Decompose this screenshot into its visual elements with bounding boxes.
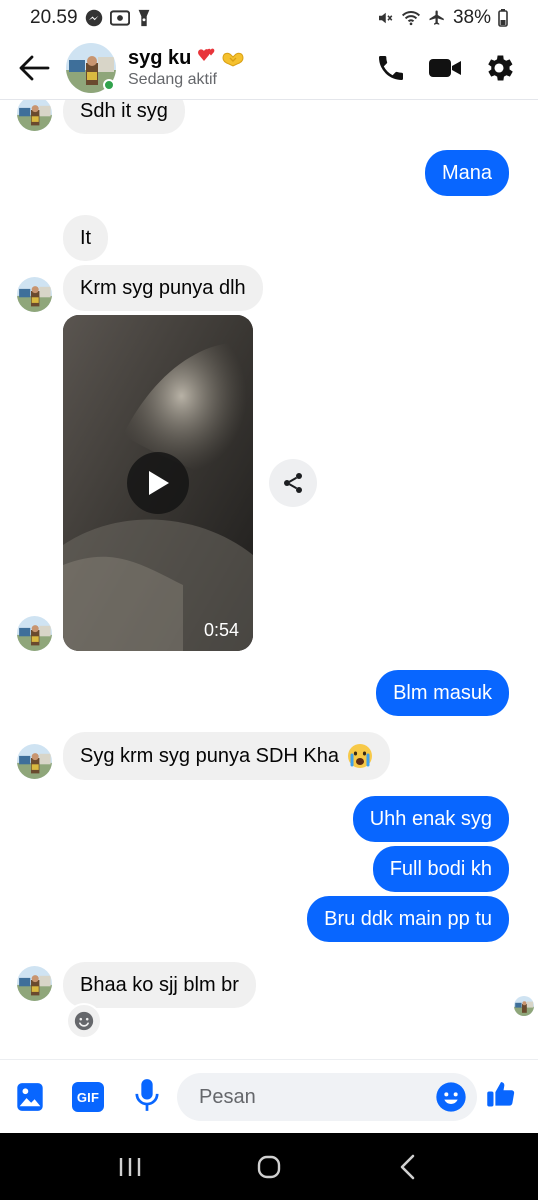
voice-message-button[interactable] [132, 1079, 162, 1111]
message-text: Syg krm syg punya SDH Kha [80, 745, 339, 767]
sender-avatar[interactable] [17, 744, 52, 779]
header-actions [374, 51, 516, 85]
recent-apps-icon [119, 1157, 140, 1176]
message-outgoing[interactable]: Mana [424, 150, 509, 196]
message-input[interactable] [199, 1085, 419, 1109]
airplane-icon [428, 9, 446, 27]
mic-icon [135, 1079, 159, 1111]
mute-icon [376, 9, 394, 27]
sender-avatar[interactable] [17, 277, 52, 312]
contact-info[interactable]: syg ku Sedang aktif [128, 46, 245, 89]
message-outgoing[interactable]: Uhh enak syg [352, 796, 509, 842]
heart-hands-icon [222, 52, 244, 67]
video-call-icon [429, 58, 461, 77]
contact-name: syg ku [128, 46, 245, 70]
status-right: 38% [376, 7, 508, 29]
message-composer: GIF [0, 1059, 538, 1133]
messenger-icon [85, 9, 103, 27]
sender-avatar[interactable] [17, 966, 52, 1001]
gallery-icon [17, 1083, 43, 1111]
gear-icon [488, 55, 513, 80]
gallery-button[interactable] [15, 1082, 45, 1112]
status-left: 20.59 [30, 7, 151, 29]
flashlight-icon [137, 9, 151, 27]
like-button[interactable] [486, 1079, 516, 1109]
back-nav-button[interactable] [383, 1142, 433, 1192]
heart-icon [198, 48, 215, 61]
video-duration: 0:54 [203, 620, 239, 640]
message-incoming[interactable]: It [63, 215, 109, 261]
message-list[interactable]: Sdh it syg Mana It Krm syg punya dlh 0:5… [0, 100, 538, 1058]
home-icon [257, 1155, 281, 1178]
screen-record-icon [109, 9, 130, 27]
play-button[interactable] [127, 452, 189, 514]
emoji-icon[interactable] [435, 1081, 467, 1113]
battery-icon [498, 9, 508, 27]
video-message[interactable]: 0:54 [63, 315, 253, 651]
video-call-button[interactable] [428, 51, 462, 85]
message-incoming[interactable]: Krm syg punya dlh [63, 265, 263, 311]
message-outgoing[interactable]: Full bodi kh [372, 846, 509, 892]
settings-button[interactable] [482, 51, 516, 85]
wifi-icon [401, 9, 421, 27]
contact-avatar[interactable] [66, 42, 116, 93]
crying-face-icon [348, 744, 372, 768]
message-outgoing[interactable]: Bru ddk main pp tu [307, 896, 509, 942]
battery-percent: 38% [452, 7, 491, 28]
share-icon [284, 473, 302, 493]
message-outgoing[interactable]: Blm masuk [376, 670, 509, 716]
sender-avatar[interactable] [17, 100, 52, 131]
smile-icon [74, 1011, 94, 1031]
back-button[interactable] [12, 46, 56, 90]
share-button[interactable] [269, 459, 317, 507]
status-bar: 20.59 38% [0, 0, 538, 36]
back-chevron-icon [401, 1154, 415, 1179]
play-icon [149, 471, 169, 495]
home-button[interactable] [244, 1142, 294, 1192]
message-input-wrapper [177, 1073, 477, 1121]
sender-avatar[interactable] [17, 616, 52, 651]
contact-name-text: syg ku [128, 46, 192, 69]
contact-status: Sedang aktif [128, 71, 217, 88]
phone-icon [379, 55, 403, 80]
gif-button[interactable]: GIF [72, 1082, 104, 1112]
recent-apps-button[interactable] [105, 1142, 155, 1192]
back-arrow-icon [19, 55, 50, 80]
voice-call-button[interactable] [374, 51, 408, 85]
message-incoming[interactable]: Sdh it syg [63, 100, 185, 134]
message-incoming[interactable]: Bhaa ko sjj blm br [63, 962, 256, 1008]
chat-header: syg ku Sedang aktif [0, 36, 538, 100]
react-button[interactable] [66, 1003, 102, 1039]
online-indicator [103, 78, 115, 91]
like-icon [487, 1082, 515, 1107]
message-incoming[interactable]: Syg krm syg punya SDH Kha [63, 732, 390, 780]
status-time: 20.59 [30, 7, 78, 28]
system-nav-bar [0, 1133, 538, 1200]
seen-indicator-avatar [514, 996, 534, 1016]
